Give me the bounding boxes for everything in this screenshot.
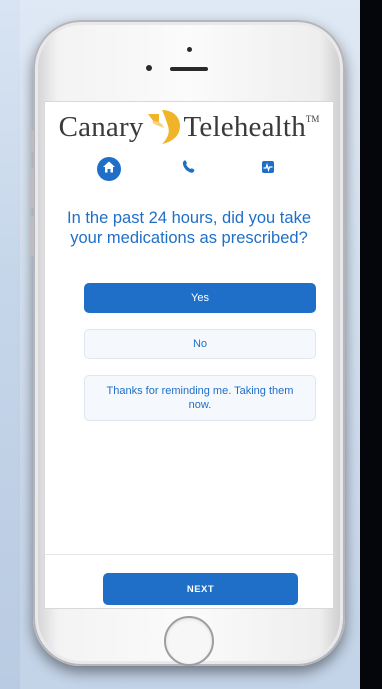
answer-option-no[interactable]: No [84,329,316,359]
phone-icon [181,159,197,180]
front-camera [146,65,152,71]
proximity-sensor [187,47,192,52]
trademark-symbol: TM [305,114,320,124]
bottom-nav-bar [45,157,333,185]
footer-divider [45,554,333,555]
background-right [360,0,382,689]
answer-option-yes[interactable]: Yes [84,283,316,313]
vitals-monitor-icon [260,159,276,180]
nav-call-button[interactable] [177,157,201,181]
answer-option-label: Thanks for reminding me. Taking them now… [106,385,294,411]
background-left [0,0,20,689]
canary-bird-logo-icon [146,108,182,146]
next-button[interactable]: NEXT [103,573,298,605]
phone-frame: Canary Telehealth TM In the past 24 hour… [30,20,345,666]
nav-home-button[interactable] [97,157,121,181]
earpiece-speaker [170,67,208,71]
app-screen: Canary Telehealth TM In the past 24 hour… [45,102,333,608]
answer-option-taking-now[interactable]: Thanks for reminding me. Taking them now… [84,375,316,421]
logo-word-canary: Canary [58,110,144,143]
answer-option-label: No [192,338,208,350]
survey-question: In the past 24 hours, did you take your … [67,209,311,247]
canary-telehealth-logo: Canary Telehealth TM [45,102,333,152]
volume-up-button [30,168,34,208]
answer-option-label: Yes [191,292,209,304]
physical-home-button [164,616,214,666]
mute-switch [30,130,34,152]
home-icon [102,160,116,179]
volume-down-button [30,216,34,256]
nav-vitals-button[interactable] [256,157,280,181]
logo-word-telehealth: Telehealth [183,110,306,143]
